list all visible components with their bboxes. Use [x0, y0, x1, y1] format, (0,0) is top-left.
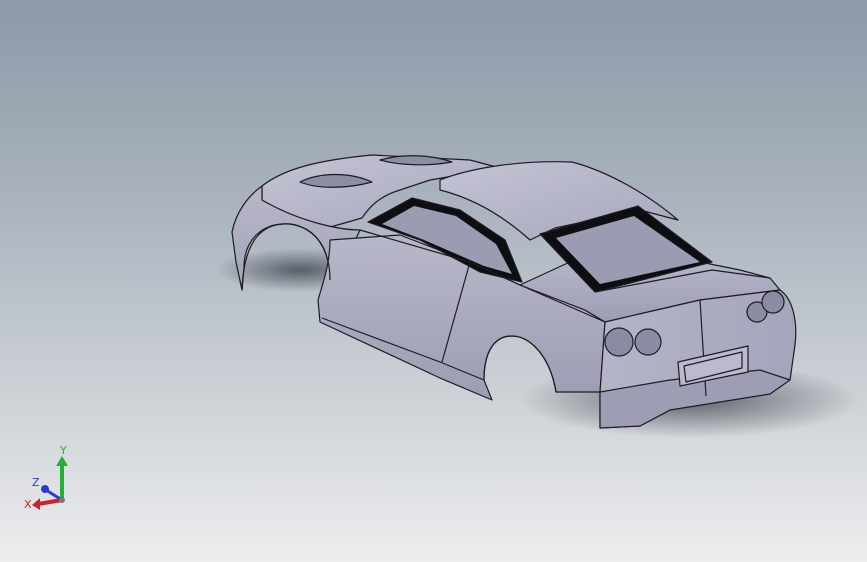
x-axis-arrow	[32, 498, 40, 510]
x-axis-line	[37, 498, 63, 506]
taillight-right-inner	[761, 290, 785, 314]
x-axis-label: X	[24, 498, 32, 511]
triad-origin	[59, 497, 65, 503]
taillight-left-inner	[634, 328, 662, 356]
axis-triad[interactable]: Y Z X	[18, 442, 78, 514]
car-body-model[interactable]	[0, 0, 867, 562]
3d-viewport[interactable]: Y Z X	[0, 0, 867, 562]
taillight-left-outer	[604, 327, 634, 357]
z-axis-label: Z	[32, 476, 40, 489]
y-axis-label: Y	[59, 444, 67, 457]
z-axis-dot	[41, 485, 49, 493]
y-axis-arrow	[56, 456, 68, 466]
